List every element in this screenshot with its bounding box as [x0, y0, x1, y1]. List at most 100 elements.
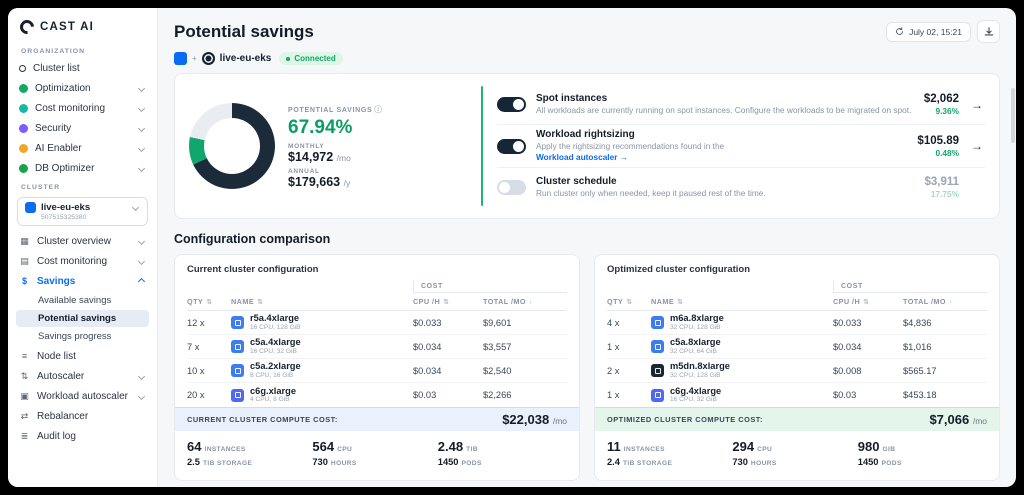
sidebar-item-cost-monitoring[interactable]: ▤ Cost monitoring [8, 251, 157, 271]
name-column-header[interactable]: NAME ⇅ [231, 297, 413, 306]
list-icon: ≡ [21, 351, 28, 361]
sidebar-item-rebalancer[interactable]: ⇄ Rebalancer [8, 406, 157, 426]
arrow-right-icon[interactable]: → [969, 98, 985, 112]
workload-rightsizing-title: Workload rightsizing [536, 128, 635, 140]
annual-value: $179,663 /y [288, 174, 351, 189]
optimized-cluster-table: COST QTY ⇅ NAME ⇅ CPU /H ⇅ TOTAL /MO ↓ 4 x m… [595, 280, 999, 407]
sidebar-item-autoscaler[interactable]: ⇅ Autoscaler [8, 366, 157, 386]
castai-logo-icon [17, 17, 37, 37]
cluster-provider-icon [25, 202, 36, 213]
cluster-schedule-value: $3,911 [924, 175, 959, 188]
download-icon [984, 26, 993, 35]
workload-autoscaler-icon: ▣ [20, 390, 29, 401]
cpu-column-header[interactable]: CPU /H ⇅ [413, 297, 483, 306]
instance-icon [231, 340, 244, 353]
qty-column-header[interactable]: QTY ⇅ [187, 297, 231, 306]
sidebar-item-optimization[interactable]: Optimization [8, 78, 157, 98]
green-divider [481, 86, 483, 206]
sidebar-item-savings-progress[interactable]: Savings progress [16, 328, 149, 345]
table-row[interactable]: 1 x c6g.4xlarge 16 CPU, 32 GiB $0.03 $453… [607, 383, 987, 407]
chevron-down-icon [137, 124, 146, 132]
page-title: Potential savings [174, 21, 314, 41]
sidebar-item-ai-enabler[interactable]: AI Enabler [8, 138, 157, 158]
sidebar-item-workload-autoscaler[interactable]: ▣ Workload autoscaler [8, 386, 157, 406]
cluster-schedule-row: Cluster schedule Run cluster only when n… [497, 167, 985, 206]
spot-instances-toggle[interactable] [497, 97, 526, 113]
monthly-label: MONTHLY [288, 142, 325, 150]
cluster-schedule-toggle[interactable] [497, 179, 526, 195]
chevron-down-icon [137, 104, 146, 112]
spot-instances-percent: 9.36% [935, 106, 959, 117]
refresh-icon [896, 27, 904, 35]
chart-icon: ▤ [20, 255, 29, 266]
table-row[interactable]: 4 x m6a.8xlarge 32 CPU, 128 GiB $0.033 $4… [607, 311, 987, 335]
name-column-header[interactable]: NAME ⇅ [651, 297, 833, 306]
current-compute-cost-footer: CURRENT CLUSTER COMPUTE COST: $22,038 /m… [175, 407, 579, 431]
sort-icon: ⇅ [206, 298, 213, 306]
table-row[interactable]: 7 x c5a.4xlarge 16 CPU, 32 GiB $0.034 $3,… [187, 335, 567, 359]
sidebar-item-security[interactable]: Security [8, 118, 157, 138]
annual-label: ANNUAL [288, 167, 320, 175]
info-icon[interactable]: ⓘ [374, 105, 382, 114]
table-row[interactable]: 12 x r5a.4xlarge 16 CPU, 128 GiB $0.033 $… [187, 311, 567, 335]
total-column-header[interactable]: TOTAL /MO ↓ [483, 297, 567, 306]
castai-logo[interactable]: CAST AI [8, 17, 157, 42]
cluster-list-icon [19, 64, 26, 72]
spot-instances-title: Spot instances [536, 93, 608, 105]
spot-instances-row: Spot instances All workloads are current… [497, 86, 985, 124]
download-button[interactable] [977, 20, 1000, 43]
instance-icon [231, 364, 244, 377]
table-row[interactable]: 20 x c6g.xlarge 4 CPU, 8 GiB $0.03 $2,266 [187, 383, 567, 407]
instance-icon [651, 340, 664, 353]
instance-icon [231, 388, 244, 402]
total-column-header[interactable]: TOTAL /MO ↓ [903, 297, 987, 306]
current-cluster-table: COST QTY ⇅ NAME ⇅ CPU /H ⇅ TOTAL /MO ↓ 12 x … [175, 280, 579, 407]
sort-icon: ⇅ [257, 298, 264, 306]
sidebar-item-cluster-list[interactable]: Cluster list [8, 58, 157, 78]
cluster-schedule-percent: 17.75% [930, 188, 959, 199]
refresh-date-button[interactable]: July 02, 15:21 [886, 21, 971, 42]
cluster-id: 507515325380 [41, 214, 87, 221]
workload-rightsizing-toggle[interactable] [497, 138, 526, 154]
sidebar-item-cluster-overview[interactable]: ▦ Cluster overview [8, 231, 157, 251]
instance-icon [651, 388, 664, 402]
scrollbar[interactable] [1011, 88, 1015, 143]
cluster-selector-dropdown[interactable]: live-eu-eks 507515325380 [17, 197, 148, 226]
cluster-schedule-desc: Run cluster only when needed, keep it pa… [536, 187, 766, 198]
sidebar-item-savings[interactable]: $ Savings [8, 271, 157, 291]
optimized-cluster-stats: 11 INSTANCES 294 CPU 980 GIB 2.4 TIB STORAGE… [607, 439, 902, 467]
table-row[interactable]: 2 x m5dn.8xlarge 32 CPU, 128 GiB $0.008 $… [607, 359, 987, 383]
sidebar-item-db-optimizer[interactable]: DB Optimizer [8, 158, 157, 178]
chevron-down-icon [137, 257, 146, 265]
current-cluster-title: Current cluster configuration [187, 264, 319, 275]
monthly-value: $14,972 /mo [288, 149, 351, 164]
sidebar: CAST AI ORGANIZATION Cluster list Optimi… [8, 8, 158, 487]
audit-log-icon: ≣ [20, 430, 29, 441]
savings-label: POTENTIAL SAVINGS ⓘ [288, 104, 383, 114]
app-root: CAST AI ORGANIZATION Cluster list Optimi… [8, 8, 1016, 487]
chevron-down-icon [137, 164, 146, 172]
workload-autoscaler-link[interactable]: Workload autoscaler → [536, 152, 628, 162]
sort-icon: ⇅ [443, 298, 450, 306]
sidebar-item-available-savings[interactable]: Available savings [16, 292, 149, 309]
ai-enabler-icon [19, 143, 28, 153]
chevron-down-icon [137, 392, 146, 400]
grid-icon: ▦ [20, 235, 29, 246]
sidebar-item-audit-log[interactable]: ≣ Audit log [8, 426, 157, 446]
qty-column-header[interactable]: QTY ⇅ [607, 297, 651, 306]
savings-summary: POTENTIAL SAVINGS ⓘ 67.94% MONTHLY $14,97… [189, 86, 481, 206]
cpu-column-header[interactable]: CPU /H ⇅ [833, 297, 903, 306]
sidebar-item-node-list[interactable]: ≡ Node list [8, 346, 157, 366]
sidebar-item-potential-savings[interactable]: Potential savings [16, 310, 149, 327]
workload-rightsizing-percent: 0.48% [935, 147, 959, 158]
optimized-compute-cost-footer: OPTIMIZED CLUSTER COMPUTE COST: $7,066 /… [595, 407, 999, 431]
sidebar-item-cost-monitoring-org[interactable]: Cost monitoring [8, 98, 157, 118]
arrow-right-icon[interactable]: → [969, 139, 985, 153]
plus-separator: + [192, 54, 197, 63]
castai-cluster-icon [174, 52, 187, 65]
sort-icon: ⇅ [863, 298, 870, 306]
optimized-cluster-card: Optimized cluster configuration COST QTY… [594, 254, 1000, 481]
table-row[interactable]: 10 x c5a.2xlarge 8 CPU, 16 GiB $0.034 $2,… [187, 359, 567, 383]
db-optimizer-icon [19, 163, 28, 173]
table-row[interactable]: 1 x c5a.8xlarge 32 CPU, 64 GiB $0.034 $1,… [607, 335, 987, 359]
